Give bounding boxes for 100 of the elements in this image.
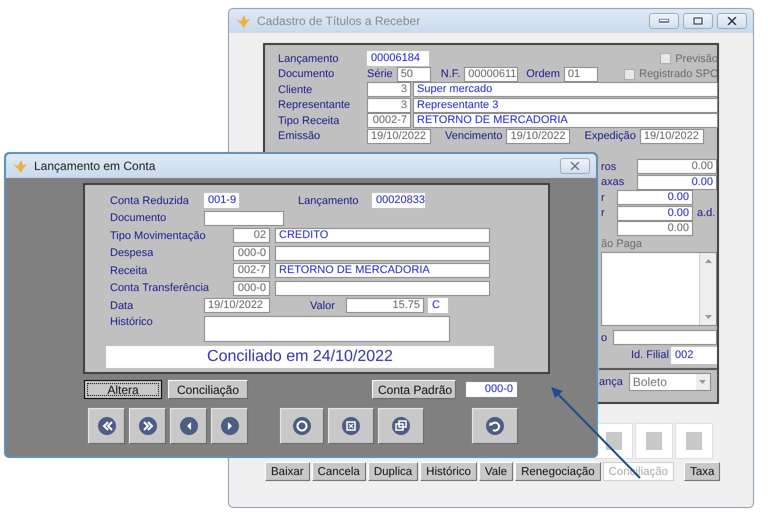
- code-field[interactable]: 0002-7: [367, 113, 411, 128]
- toolbar-button[interactable]: [211, 408, 248, 444]
- date-field[interactable]: 19/10/2022: [506, 128, 570, 144]
- input-field[interactable]: 00020833: [372, 193, 425, 208]
- scroll-up-icon: [704, 259, 712, 263]
- action-button[interactable]: Vale: [478, 462, 514, 481]
- code-field[interactable]: 3: [367, 82, 411, 98]
- field-label: r: [601, 207, 605, 220]
- field-label: Tipo Movimentação: [110, 230, 207, 242]
- code-field[interactable]: 02: [233, 228, 270, 244]
- value-field[interactable]: 15.75: [346, 298, 424, 314]
- action-button[interactable]: Altera: [84, 380, 162, 399]
- field-label: r: [601, 192, 605, 204]
- name-field[interactable]: [275, 280, 490, 296]
- field-label: Cliente: [278, 84, 314, 96]
- input-field[interactable]: 001-9: [204, 193, 239, 208]
- name-field[interactable]: [275, 246, 490, 261]
- previous-icon: [180, 417, 198, 435]
- field-label: Representante: [278, 99, 352, 112]
- input-field[interactable]: 002: [671, 346, 717, 364]
- close-button[interactable]: [717, 13, 747, 29]
- field-label: Tipo Receita: [278, 114, 340, 127]
- text-area[interactable]: [204, 316, 450, 342]
- name-field[interactable]: Representante 3: [413, 98, 718, 113]
- field-label: Documento: [278, 68, 336, 80]
- field-label: Ordem: [526, 68, 560, 80]
- action-button[interactable]: Duplica: [368, 462, 418, 481]
- rewind-icon: [98, 417, 116, 435]
- code-field[interactable]: 002-7: [233, 263, 270, 278]
- action-button[interactable]: Conta Padrão: [372, 380, 456, 399]
- field-label: ança: [599, 376, 623, 388]
- undo-icon: [486, 417, 504, 435]
- copy-icon: [392, 417, 410, 435]
- field-label: Emissão: [278, 130, 322, 142]
- scrollbar[interactable]: [699, 253, 716, 325]
- field-label: Despesa: [110, 247, 154, 260]
- dropdown-arrow-icon: [699, 380, 706, 384]
- action-button[interactable]: Cancela: [312, 462, 366, 481]
- window-title: Cadastro de Títulos a Receber: [257, 14, 420, 28]
- number-field[interactable]: 0.00: [617, 190, 693, 206]
- toolbar-button[interactable]: [328, 408, 374, 444]
- window-title: Lançamento em Conta: [34, 159, 156, 173]
- dropdown[interactable]: Boleto: [628, 373, 711, 391]
- number-field[interactable]: 0.00: [617, 206, 693, 221]
- circle-icon: [293, 417, 311, 435]
- field-label: Histórico: [110, 316, 154, 328]
- status-banner: Conciliado em 24/10/2022: [106, 346, 494, 368]
- toolbar-button[interactable]: [88, 408, 125, 444]
- code-field[interactable]: 000-0: [233, 280, 270, 296]
- code-field[interactable]: 3: [367, 98, 411, 113]
- toolbar-button[interactable]: [472, 408, 518, 444]
- type-field[interactable]: C: [428, 298, 448, 314]
- toolbar-button[interactable]: [170, 408, 207, 444]
- name-field[interactable]: CREDITO: [275, 228, 490, 244]
- field-label: ão Paga: [601, 238, 642, 250]
- minimize-icon: [659, 19, 669, 23]
- toolbar-button[interactable]: [378, 408, 424, 444]
- input-field[interactable]: [204, 210, 284, 226]
- fast-forward-icon: [138, 417, 156, 435]
- input-field[interactable]: 00006184: [367, 51, 429, 66]
- field-label: Documento: [110, 212, 168, 224]
- action-button[interactable]: Taxa: [684, 462, 720, 481]
- date-field[interactable]: 19/10/2022: [204, 298, 270, 314]
- name-field[interactable]: RETORNO DE MERCADORIA: [275, 263, 490, 278]
- app-logo-icon: [235, 14, 251, 28]
- toolbar-button[interactable]: [129, 408, 166, 444]
- field-label: Vencimento: [445, 130, 502, 142]
- field-label: Lançamento: [278, 52, 340, 65]
- input-field[interactable]: 000-0: [466, 382, 517, 397]
- action-button[interactable]: Histórico: [420, 462, 477, 481]
- name-field[interactable]: RETORNO DE MERCADORIA: [413, 113, 718, 128]
- input-field[interactable]: 01: [564, 66, 598, 82]
- name-field[interactable]: Super mercado: [413, 82, 718, 98]
- close-icon: [727, 17, 737, 25]
- field-label: Id. Filial: [631, 349, 669, 361]
- date-field[interactable]: 19/10/2022: [367, 128, 431, 144]
- close-icon: [570, 162, 580, 170]
- action-button[interactable]: Renegociação: [515, 462, 601, 481]
- input-field[interactable]: 00000611: [464, 66, 518, 82]
- code-field[interactable]: 000-0: [233, 246, 270, 261]
- field-label: axas: [601, 176, 624, 188]
- field-label: a.d.: [697, 207, 716, 220]
- field-label: Valor: [310, 300, 336, 312]
- input-field[interactable]: 50: [396, 66, 431, 82]
- field-label: Conta Reduzida: [110, 194, 190, 207]
- delete-icon: [342, 417, 360, 435]
- number-field[interactable]: 0.00: [637, 174, 717, 190]
- action-button[interactable]: Conciliação: [168, 380, 248, 399]
- date-field[interactable]: 19/10/2022: [640, 128, 704, 144]
- text-area[interactable]: [601, 252, 717, 326]
- field-label: Receita: [110, 264, 148, 277]
- input-field[interactable]: [613, 330, 717, 345]
- field-label: o: [601, 332, 608, 344]
- maximize-button[interactable]: [683, 13, 713, 29]
- field-label: Expedição: [584, 130, 636, 142]
- field-label: N.F.: [440, 68, 460, 80]
- toolbar-button[interactable]: [280, 408, 324, 444]
- field-label: ros: [601, 160, 616, 173]
- action-button[interactable]: Baixar: [265, 462, 310, 481]
- minimize-button[interactable]: [649, 13, 679, 29]
